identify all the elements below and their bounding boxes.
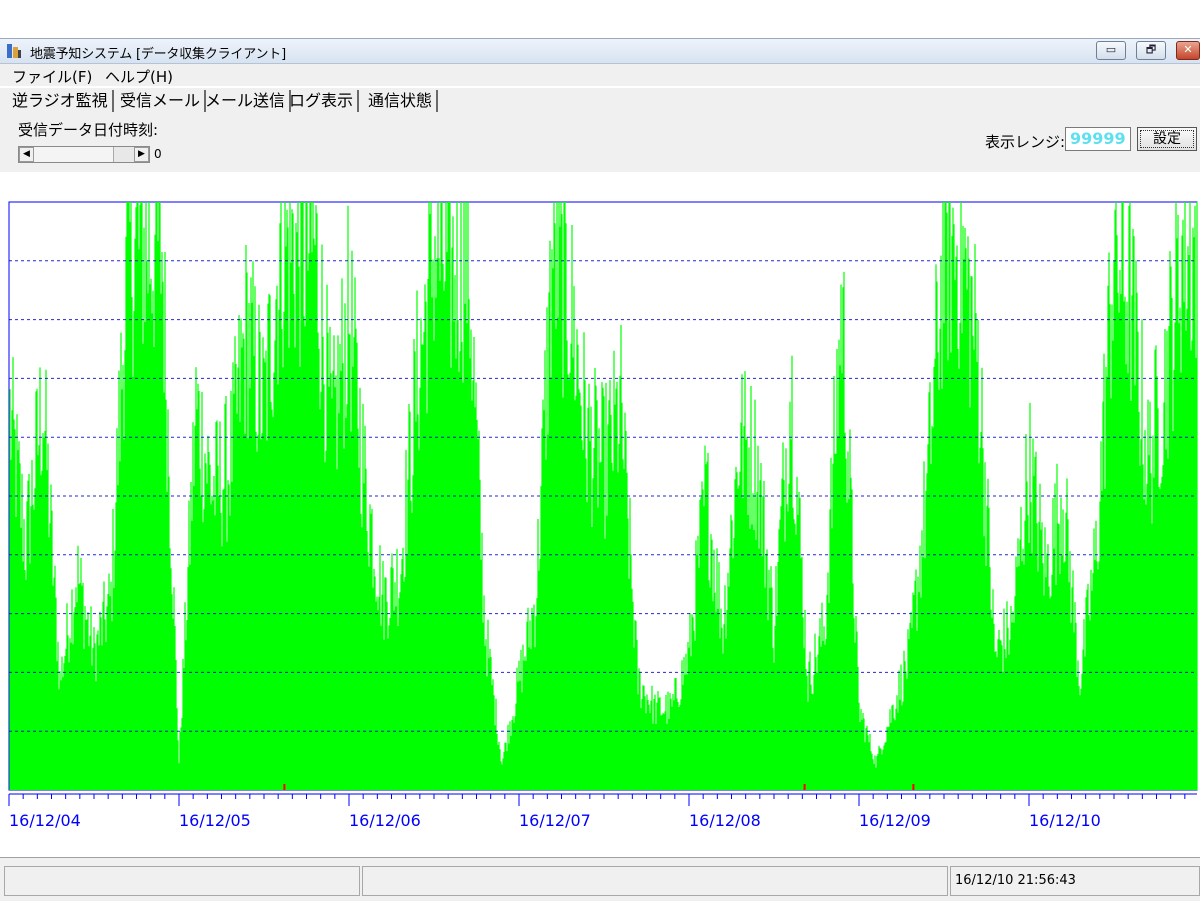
x-tick-label: 16/12/05 [179, 811, 251, 830]
menu-help[interactable]: ヘルプ(H) [105, 66, 173, 87]
close-button[interactable]: ✕ [1176, 41, 1200, 60]
x-tick-label: 16/12/07 [519, 811, 591, 830]
scroll-left-arrow-icon[interactable]: ◀ [19, 147, 34, 162]
x-tick-label: 16/12/10 [1029, 811, 1101, 830]
status-panel-2 [362, 866, 948, 896]
app-icon [7, 44, 21, 58]
received-date-label: 受信データ日付時刻: [18, 121, 159, 139]
menu-file[interactable]: ファイル(F) [12, 66, 92, 87]
status-panel-1 [4, 866, 360, 896]
x-tick-label: 16/12/06 [349, 811, 421, 830]
date-scrollbar[interactable]: ◀ ▶ [18, 146, 150, 163]
status-bar: 16/12/10 21:56:43 [0, 857, 1200, 901]
scroll-value: 0 [154, 147, 162, 161]
set-button[interactable]: 設定 [1137, 127, 1197, 151]
title-bar: 地震予知システム [データ収集クライアント] ▭ 🗗 ✕ [0, 38, 1200, 64]
tab-log-view[interactable]: ログ表示 [285, 90, 360, 112]
tab-reverse-radio-monitor[interactable]: 逆ラジオ監視 [8, 90, 114, 112]
tab-send-mail[interactable]: メール送信 [201, 90, 292, 112]
display-range-label: 表示レンジ: [985, 133, 1066, 151]
scroll-right-arrow-icon[interactable]: ▶ [134, 147, 149, 162]
restore-button[interactable]: 🗗 [1136, 41, 1166, 60]
tab-received-mail[interactable]: 受信メール [116, 90, 207, 112]
display-range-input[interactable]: 99999 [1065, 127, 1131, 151]
menu-bar: ファイル(F) ヘルプ(H) [0, 64, 1200, 86]
x-tick-label: 16/12/09 [859, 811, 931, 830]
x-tick-label: 16/12/08 [689, 811, 761, 830]
tab-strip: 逆ラジオ監視 受信メール メール送信 ログ表示 通信状態 [0, 88, 1200, 114]
scroll-thumb[interactable] [113, 147, 135, 162]
window-title: 地震予知システム [データ収集クライアント] [30, 47, 286, 62]
x-tick-label: 16/12/04 [9, 811, 81, 830]
signal-chart: 16/12/04 16/12/05 16/12/06 16/12/07 16/12/08… [8, 201, 1198, 830]
minimize-button[interactable]: ▭ [1096, 41, 1126, 60]
status-datetime: 16/12/10 21:56:43 [950, 866, 1200, 896]
tab-comm-status[interactable]: 通信状態 [364, 90, 439, 112]
